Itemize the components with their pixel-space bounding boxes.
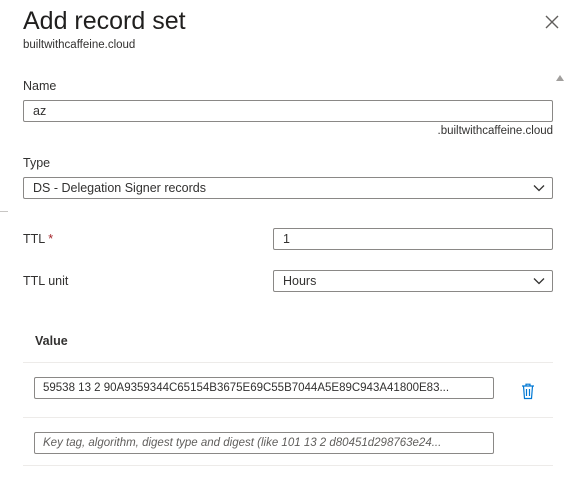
ttl-label-text: TTL bbox=[23, 232, 46, 246]
value-column-header: Value bbox=[35, 334, 68, 348]
required-mark: * bbox=[48, 232, 54, 246]
new-record-value-input[interactable]: Key tag, algorithm, digest type and dige… bbox=[34, 432, 494, 454]
name-label: Name bbox=[23, 79, 57, 93]
chevron-down-icon bbox=[533, 185, 545, 192]
panel-title: Add record set bbox=[23, 7, 186, 35]
ttl-label: TTL * bbox=[23, 232, 53, 246]
table-divider bbox=[23, 465, 553, 466]
panel-edge-divider bbox=[0, 211, 8, 212]
table-divider bbox=[23, 362, 553, 363]
ttl-unit-dropdown-value: Hours bbox=[283, 274, 317, 288]
delete-row-button[interactable] bbox=[520, 382, 536, 400]
ttl-input[interactable]: 1 bbox=[273, 228, 553, 250]
table-divider bbox=[23, 417, 553, 418]
type-dropdown-value: DS - Delegation Signer records bbox=[33, 181, 206, 195]
scroll-up-arrow-icon[interactable] bbox=[556, 75, 564, 81]
name-suffix: .builtwithcaffeine.cloud bbox=[437, 125, 554, 137]
ttl-unit-dropdown[interactable]: Hours bbox=[273, 270, 553, 292]
chevron-down-icon bbox=[533, 278, 545, 285]
close-icon bbox=[545, 15, 559, 29]
ttl-unit-label: TTL unit bbox=[23, 274, 69, 288]
record-value-input[interactable]: 59538 13 2 90A9359344C65154B3675E69C55B7… bbox=[34, 377, 494, 399]
type-dropdown[interactable]: DS - Delegation Signer records bbox=[23, 177, 553, 199]
name-input[interactable]: az bbox=[23, 100, 553, 122]
panel-subtitle: builtwithcaffeine.cloud bbox=[23, 39, 136, 51]
type-label: Type bbox=[23, 156, 51, 170]
close-button[interactable] bbox=[540, 10, 564, 34]
trash-icon bbox=[522, 383, 534, 400]
